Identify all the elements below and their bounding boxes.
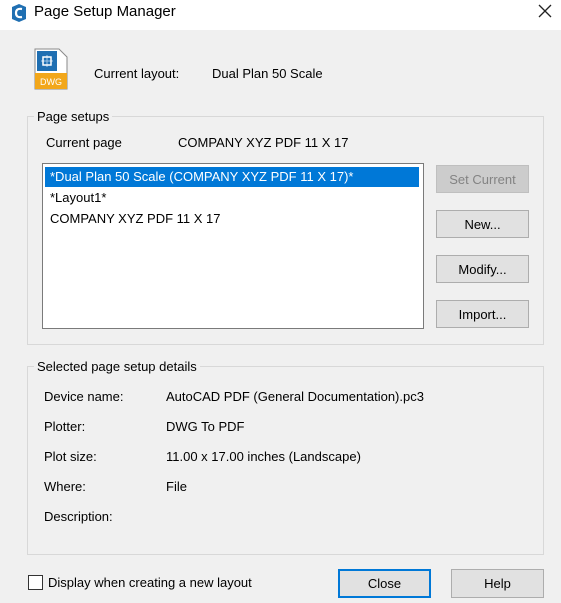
close-window-icon[interactable] [536, 2, 554, 20]
list-item-dual-plan[interactable]: *Dual Plan 50 Scale (COMPANY XYZ PDF 11 … [45, 167, 419, 187]
plot-size-label: Plot size: [44, 449, 97, 464]
dwg-file-icon: DWG [34, 48, 68, 90]
current-page-value: COMPANY XYZ PDF 11 X 17 [178, 135, 349, 150]
svg-text:DWG: DWG [40, 77, 62, 87]
list-item-company-xyz[interactable]: COMPANY XYZ PDF 11 X 17 [45, 209, 419, 229]
window-title: Page Setup Manager [34, 3, 176, 20]
current-layout-label: Current layout: [94, 66, 180, 81]
plotter-value: DWG To PDF [166, 419, 245, 434]
plot-size-value: 11.00 x 17.00 inches (Landscape) [166, 449, 361, 464]
import-button[interactable]: Import... [436, 300, 529, 328]
display-on-new-layout-checkbox[interactable] [28, 575, 43, 590]
where-label: Where: [44, 479, 86, 494]
current-page-label: Current page [46, 135, 122, 150]
display-on-new-layout-label[interactable]: Display when creating a new layout [48, 575, 252, 590]
list-item-layout1[interactable]: *Layout1* [45, 188, 419, 208]
modify-button[interactable]: Modify... [436, 255, 529, 283]
title-bar: Page Setup Manager [0, 0, 561, 26]
plotter-label: Plotter: [44, 419, 86, 434]
where-value: File [166, 479, 187, 494]
new-button[interactable]: New... [436, 210, 529, 238]
help-button[interactable]: Help [451, 569, 544, 598]
close-button[interactable]: Close [338, 569, 431, 598]
page-setups-list[interactable]: *Dual Plan 50 Scale (COMPANY XYZ PDF 11 … [42, 163, 424, 329]
autocad-app-icon [12, 4, 26, 22]
description-label: Description: [44, 509, 113, 524]
device-name-label: Device name: [44, 389, 124, 404]
details-group-title: Selected page setup details [34, 359, 200, 374]
current-layout-value: Dual Plan 50 Scale [212, 66, 323, 81]
set-current-button[interactable]: Set Current [436, 165, 529, 193]
device-name-value: AutoCAD PDF (General Documentation).pc3 [166, 389, 424, 404]
page-setups-group-title: Page setups [34, 109, 113, 124]
